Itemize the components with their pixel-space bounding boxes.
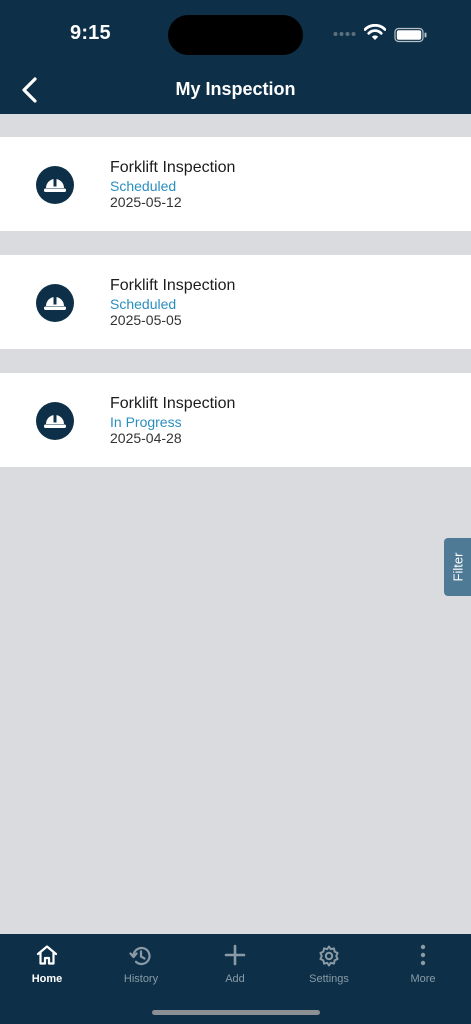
home-icon — [36, 945, 58, 965]
tab-label: Home — [31, 973, 63, 985]
inspection-status: Scheduled — [110, 178, 177, 194]
inspection-status: Scheduled — [110, 296, 177, 312]
dynamic-island — [168, 15, 303, 55]
hard-hat-icon — [36, 284, 74, 322]
filter-button[interactable]: Filter — [444, 538, 471, 596]
tab-label: History — [123, 973, 159, 985]
hard-hat-icon — [36, 166, 74, 204]
tab-label: Settings — [309, 973, 349, 985]
status-time: 9:15 — [70, 22, 111, 44]
tab-settings[interactable]: Settings — [282, 934, 376, 994]
wifi-icon — [364, 24, 386, 40]
inspection-card[interactable]: Forklift Inspection Scheduled 2025-05-05 — [0, 255, 471, 349]
inspection-card[interactable]: Forklift Inspection Scheduled 2025-05-12 — [0, 137, 471, 231]
inspection-date: 2025-05-05 — [110, 312, 182, 328]
tab-label: Add — [225, 973, 245, 985]
inspection-date: 2025-05-12 — [110, 194, 182, 210]
cellular-signal-icon — [333, 32, 356, 36]
gear-icon — [319, 945, 339, 967]
tab-add[interactable]: Add — [188, 934, 282, 994]
tab-label: More — [410, 973, 436, 985]
page-title: My Inspection — [175, 79, 296, 99]
inspection-title: Forklift Inspection — [110, 395, 236, 412]
inspection-status: In Progress — [110, 414, 182, 430]
more-vertical-icon — [420, 944, 426, 966]
tab-more[interactable]: More — [376, 934, 470, 994]
history-icon — [129, 946, 151, 966]
inspection-card[interactable]: Forklift Inspection In Progress 2025-04-… — [0, 373, 471, 467]
tab-home[interactable]: Home — [0, 934, 94, 994]
inspection-date: 2025-04-28 — [110, 430, 182, 446]
battery-icon — [394, 27, 427, 43]
filter-label: Filter — [450, 552, 465, 582]
hard-hat-icon — [36, 402, 74, 440]
inspection-title: Forklift Inspection — [110, 277, 236, 294]
plus-icon — [224, 944, 246, 966]
top-header: 9:15 My Inspection — [0, 0, 471, 114]
tab-history[interactable]: History — [94, 934, 188, 994]
inspection-title: Forklift Inspection — [110, 159, 236, 176]
home-indicator — [152, 1010, 320, 1015]
